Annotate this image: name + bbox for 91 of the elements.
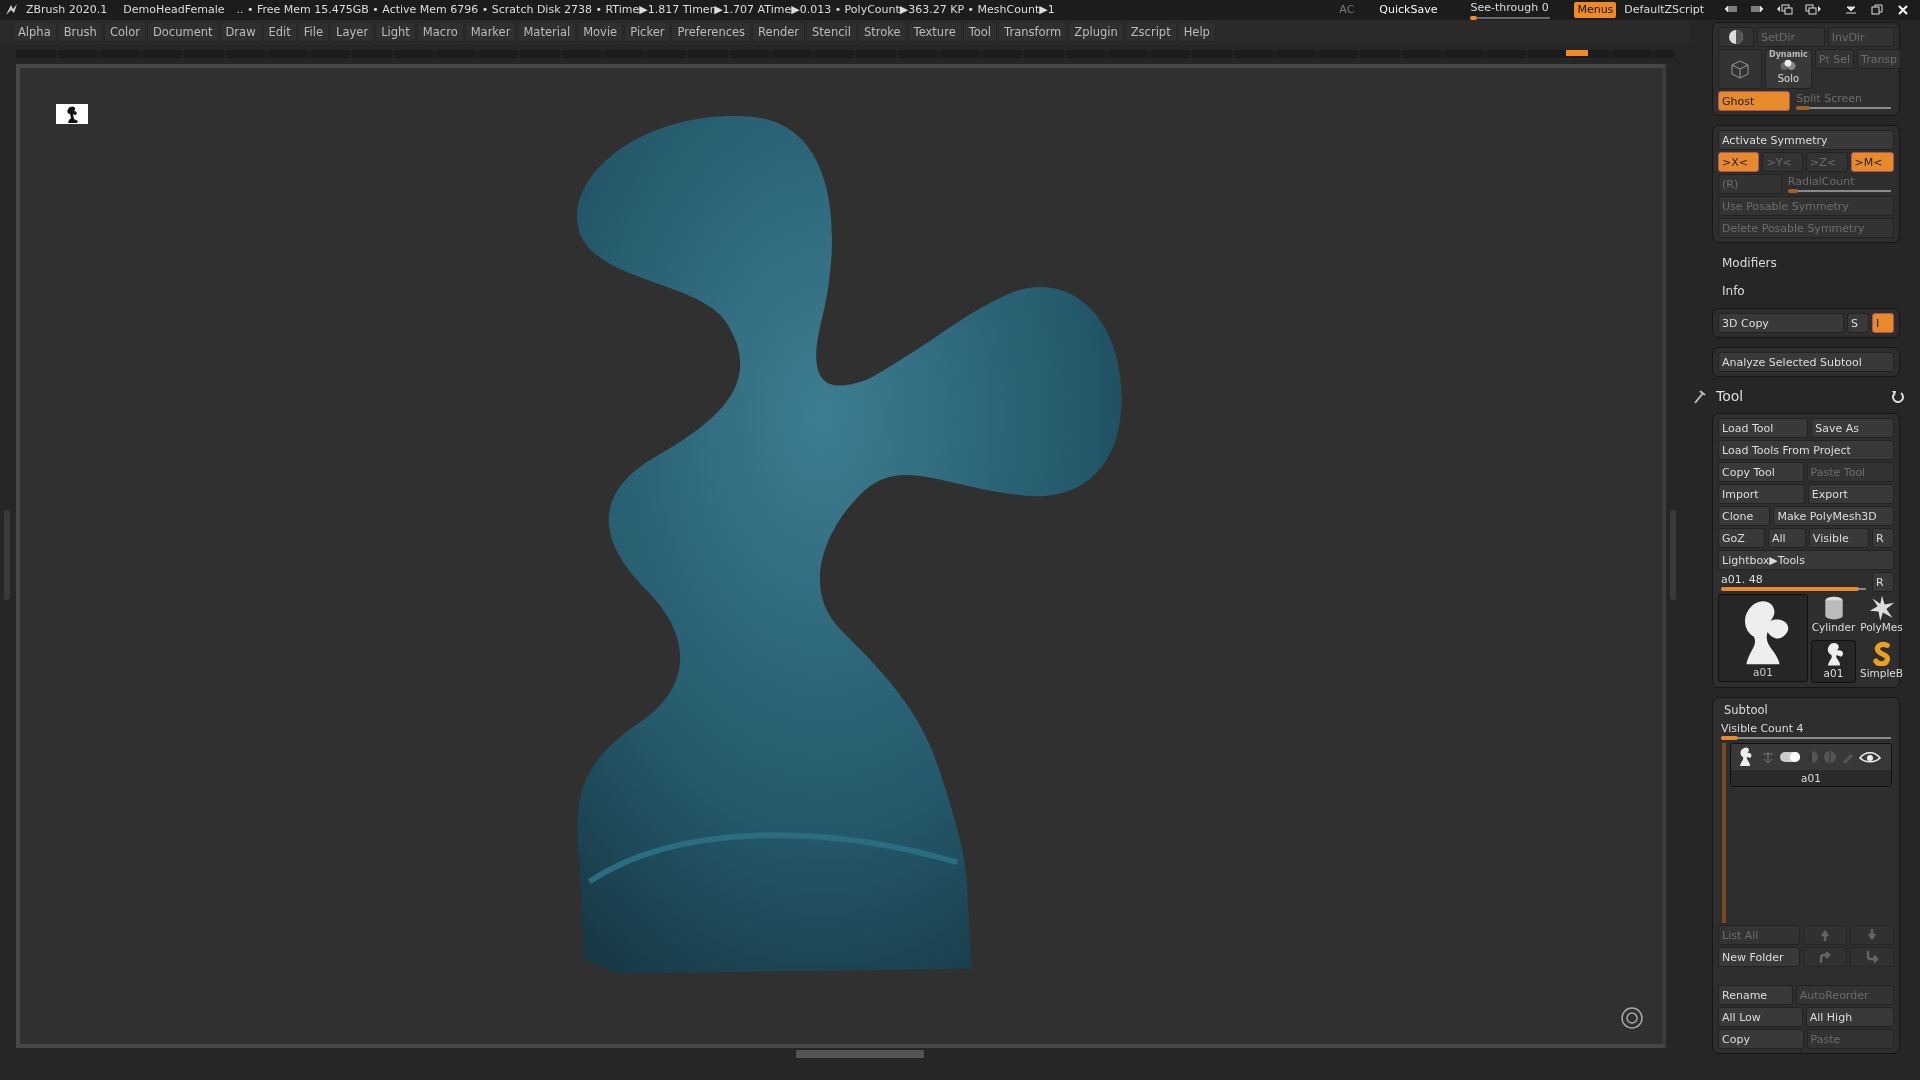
- section-heading[interactable]: Info: [1712, 280, 1900, 302]
- menu-item[interactable]: Tool: [962, 22, 998, 42]
- menu-item[interactable]: File: [297, 22, 330, 42]
- see-through-slider[interactable]: See-through 0: [1470, 1, 1551, 19]
- section-heading[interactable]: Modifiers: [1712, 252, 1900, 274]
- panel-button[interactable]: I: [1872, 313, 1894, 333]
- zbrush-logo-icon: [4, 3, 18, 17]
- panel-button[interactable]: R: [1872, 528, 1894, 548]
- tool-thumbnail[interactable]: a01: [1718, 594, 1808, 682]
- status-info: .. • Free Mem 15.475GB • Active Mem 6796 • Scratch Disk 2738 • RTime▶1.817 Timer▶1.707 ATime▶0.013 • PolyCount▶363.27 KP • MeshCount▶1: [236, 2, 1055, 18]
- panel-button[interactable]: Rename: [1718, 985, 1793, 1006]
- turn-arrow-icon: [1817, 949, 1833, 966]
- panel-button[interactable]: Make PolyMesh3D: [1773, 506, 1894, 526]
- menu-item[interactable]: Help: [1177, 22, 1216, 42]
- half-circle-icon[interactable]: [1805, 750, 1819, 765]
- panel-button[interactable]: Load Tools From Project: [1718, 440, 1894, 460]
- panel-button[interactable]: Copy: [1718, 1029, 1804, 1050]
- menu-item[interactable]: Brush: [57, 22, 103, 42]
- icon-button[interactable]: [1718, 27, 1754, 47]
- quicksave-button[interactable]: QuickSave: [1378, 0, 1439, 20]
- group-title: Subtool: [1723, 702, 1769, 719]
- panel-button[interactable]: All Low: [1718, 1007, 1803, 1028]
- menu-item[interactable]: Transform: [998, 22, 1068, 42]
- app-name: ZBrush 2020.1: [26, 2, 108, 18]
- menu-item[interactable]: Macro: [416, 22, 464, 42]
- sculpt-silhouette-icon: [66, 105, 78, 123]
- menu-item[interactable]: Layer: [330, 22, 375, 42]
- menu-item[interactable]: Material: [517, 22, 577, 42]
- panel-button[interactable]: Visible: [1808, 528, 1869, 548]
- tool-thumbnail[interactable]: Cylinder: [1811, 594, 1856, 637]
- menu-item[interactable]: Stroke: [857, 22, 907, 42]
- panel-button[interactable]: Lightbox▶Tools: [1718, 550, 1894, 570]
- window-layout-icon[interactable]: [1776, 3, 1793, 17]
- tool-title[interactable]: Tool: [1716, 386, 1744, 407]
- panel-button[interactable]: All High: [1805, 1007, 1894, 1028]
- ac-label: AC: [1339, 2, 1355, 18]
- eye-icon[interactable]: [1859, 750, 1881, 765]
- ruler-marker[interactable]: [1566, 50, 1588, 56]
- toggle-icon[interactable]: [1779, 750, 1801, 765]
- document-name: DemoHeadFemale: [123, 2, 225, 18]
- slider[interactable]: Visible Count 4: [1718, 721, 1894, 742]
- subtool-scrollbar[interactable]: [1722, 743, 1726, 924]
- tool-thumbnail[interactable]: PolyMes: [1859, 594, 1904, 637]
- panel-button[interactable]: 3D Copy: [1718, 313, 1844, 333]
- panel-button[interactable]: Export: [1807, 484, 1894, 504]
- menu-item[interactable]: Picker: [624, 22, 671, 42]
- split-circle-icon[interactable]: [1823, 750, 1837, 765]
- panel-button[interactable]: Dynamic Solo: [1765, 49, 1812, 89]
- tool-thumbnail[interactable]: SimpleB: [1859, 640, 1904, 683]
- restore-icon[interactable]: [1870, 3, 1884, 17]
- panel-button[interactable]: GoZ: [1718, 528, 1765, 548]
- menu-item[interactable]: Alpha: [12, 22, 57, 42]
- panel-button[interactable]: New Folder: [1718, 947, 1800, 968]
- panel-button[interactable]: R: [1872, 572, 1894, 592]
- reset-icon[interactable]: [1890, 388, 1906, 405]
- panel-button[interactable]: Import: [1718, 484, 1805, 504]
- menu-item[interactable]: Stencil: [806, 22, 857, 42]
- menu-item[interactable]: Zscript: [1124, 22, 1177, 42]
- menu-item[interactable]: Marker: [464, 22, 517, 42]
- menu-item[interactable]: Render: [752, 22, 806, 42]
- window-layout-icon[interactable]: [1805, 3, 1822, 17]
- shelf-handle[interactable]: [796, 1050, 924, 1058]
- menu-item[interactable]: Color: [103, 22, 146, 42]
- minimize-icon[interactable]: [1844, 3, 1858, 17]
- menu-item[interactable]: Movie: [577, 22, 624, 42]
- default-zscript-label: DefaultZScript: [1624, 2, 1704, 18]
- panel-button[interactable]: Analyze Selected Subtool: [1718, 352, 1894, 372]
- menu-item[interactable]: Texture: [907, 22, 962, 42]
- slider[interactable]: a01. 48: [1718, 572, 1869, 592]
- subtool-item[interactable]: a01: [1730, 743, 1892, 788]
- panel-button[interactable]: >X<: [1718, 152, 1760, 172]
- close-icon[interactable]: [1896, 3, 1910, 17]
- menu-item[interactable]: Light: [375, 22, 416, 42]
- menu-item[interactable]: Preferences: [671, 22, 752, 42]
- hammer-icon: [1692, 388, 1708, 405]
- panel-button[interactable]: S: [1847, 313, 1869, 333]
- panel-button[interactable]: Ghost: [1718, 91, 1791, 111]
- tool-thumbnail[interactable]: a01: [1811, 640, 1856, 683]
- menu-item[interactable]: Document: [146, 22, 219, 42]
- menu-item[interactable]: Edit: [262, 22, 297, 42]
- panel-button[interactable]: All: [1768, 528, 1806, 548]
- panel-button[interactable]: Load Tool: [1718, 418, 1809, 438]
- panel-button[interactable]: Clone: [1718, 506, 1771, 526]
- panel-button[interactable]: >M<: [1850, 152, 1894, 172]
- panel-button[interactable]: Save As: [1811, 418, 1894, 438]
- menu-item[interactable]: Zplugin: [1068, 22, 1124, 42]
- panel-button[interactable]: Copy Tool: [1718, 462, 1804, 482]
- panel-button[interactable]: Activate Symmetry: [1718, 130, 1894, 150]
- navigation-icon[interactable]: [1620, 1006, 1644, 1030]
- menus-toggle[interactable]: Menus: [1574, 2, 1617, 18]
- menu-item[interactable]: Draw: [219, 22, 262, 42]
